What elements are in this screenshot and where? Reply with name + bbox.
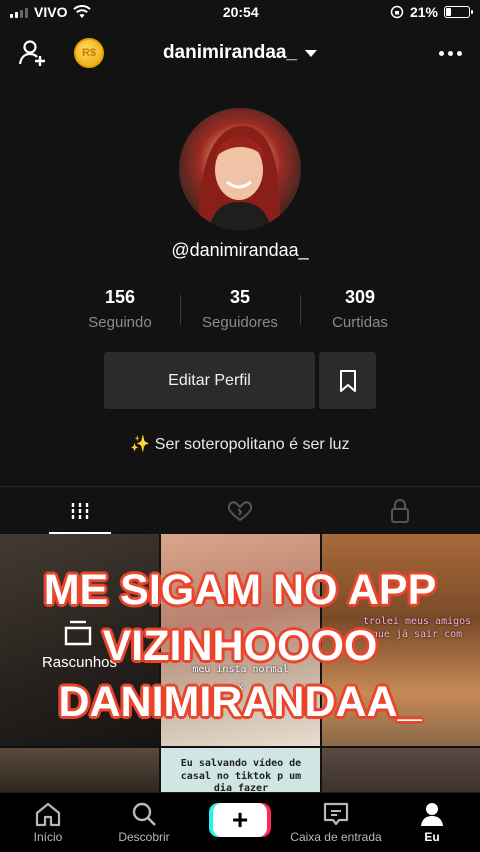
nav-create[interactable]: + (192, 801, 288, 837)
tab-liked[interactable] (160, 487, 320, 534)
bookmark-icon (339, 369, 356, 392)
profile-icon (421, 803, 443, 826)
tab-private[interactable] (320, 487, 480, 534)
profile-stats: 156 Seguindo 35 Seguidores 309 Curtidas (60, 287, 420, 331)
home-icon (35, 802, 61, 827)
plus-icon: + (209, 803, 271, 837)
stat-following[interactable]: 156 Seguindo (60, 287, 180, 331)
nav-label: Descobrir (118, 830, 170, 844)
top-bar: R$ danimirandaa_ (0, 30, 480, 76)
promo-line: VIZINHOOOO (102, 622, 378, 670)
nav-home[interactable]: Início (0, 801, 96, 844)
account-switcher[interactable]: danimirandaa_ (162, 42, 318, 64)
edit-profile-button[interactable]: Editar Perfil (104, 352, 315, 409)
nav-inbox[interactable]: Caixa de entrada (288, 801, 384, 844)
battery-percent: 21% (409, 4, 438, 20)
top-left: R$ (18, 38, 104, 68)
stat-value: 35 (229, 287, 251, 307)
lock-icon (391, 498, 409, 523)
heart-icon (227, 500, 253, 521)
status-right: 21% (390, 4, 473, 20)
chevron-down-icon (305, 49, 318, 57)
header-username: danimirandaa_ (162, 42, 298, 63)
stat-likes[interactable]: 309 Curtidas (300, 287, 420, 331)
search-icon (132, 802, 156, 826)
rotation-lock-icon (390, 5, 404, 19)
stat-label: Curtidas (332, 314, 388, 331)
battery-icon (444, 6, 473, 18)
stat-followers[interactable]: 35 Seguidores (180, 287, 300, 331)
tab-videos[interactable] (0, 487, 160, 534)
promo-line: ME SIGAM NO APP (43, 566, 437, 614)
favorites-button[interactable] (319, 352, 376, 409)
carrier-label: VIVO (34, 4, 68, 20)
add-friend-icon[interactable] (18, 38, 48, 68)
stat-value: 309 (344, 287, 376, 307)
video-thumbnail[interactable] (0, 748, 159, 794)
inbox-icon (323, 802, 349, 826)
profile-bio: ✨ Ser soteropolitano é ser luz (130, 436, 350, 453)
nav-label: Eu (424, 830, 440, 844)
promo-line: DANIMIRANDAA_ (58, 678, 422, 726)
stat-label: Seguidores (202, 314, 278, 331)
nav-me[interactable]: Eu (384, 801, 480, 844)
profile-tabs (0, 486, 480, 534)
video-thumbnail[interactable] (322, 748, 480, 794)
nav-label: Caixa de entrada (290, 830, 382, 844)
avatar-photo (198, 125, 280, 230)
promo-overlay-text: ME SIGAM NO APP VIZINHOOOO DANIMIRANDAA_ (0, 562, 480, 730)
clock: 20:54 (222, 4, 259, 20)
battery-fill (446, 8, 451, 16)
status-left: VIVO (10, 4, 92, 20)
avatar[interactable] (179, 108, 301, 230)
grid-icon (71, 502, 89, 519)
wifi-icon (73, 5, 92, 18)
video-caption: Eu salvando vídeo de casal no tiktok p u… (180, 758, 302, 794)
status-bar: VIVO 20:54 21% (0, 0, 480, 24)
video-thumbnail[interactable]: Eu salvando vídeo de casal no tiktok p u… (161, 748, 320, 794)
nav-label: Início (33, 830, 63, 844)
coin-icon[interactable]: R$ (74, 38, 104, 68)
profile-handle: @danimirandaa_ (171, 240, 309, 260)
stat-value: 156 (104, 287, 136, 307)
signal-icon (10, 6, 28, 18)
stat-label: Seguindo (88, 314, 152, 331)
nav-discover[interactable]: Descobrir (96, 801, 192, 844)
bottom-nav: Início Descobrir + Caixa de entrada Eu (0, 792, 480, 852)
coin-label: R$ (81, 47, 97, 59)
more-options-icon[interactable] (439, 50, 462, 56)
